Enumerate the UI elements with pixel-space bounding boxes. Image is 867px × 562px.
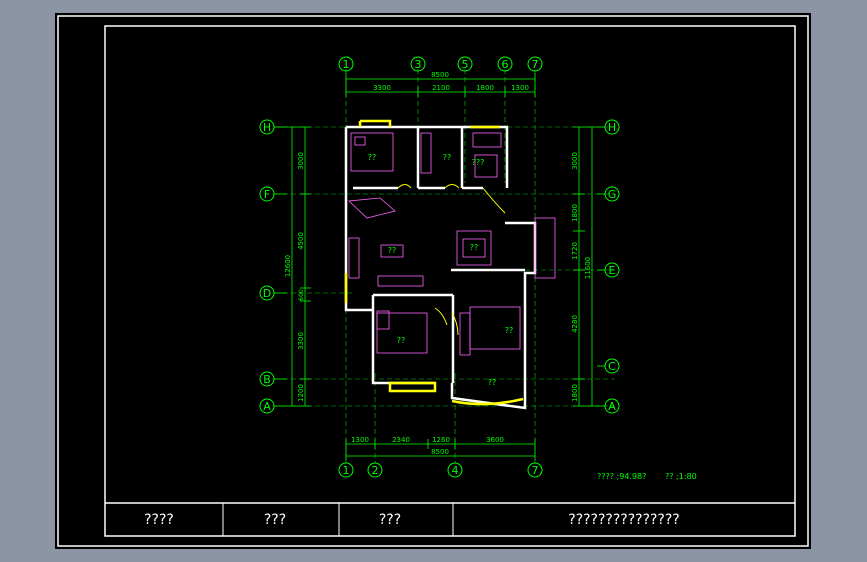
grid-label-top-3: 3 [415, 58, 422, 71]
grid-label-bottom-2: 2 [372, 464, 379, 477]
title-cell-4: ??????????????? [568, 512, 679, 528]
title-cell-1: ???? [144, 512, 174, 528]
grid-label-top-6: 6 [502, 58, 509, 71]
grid-label-right-c: C [608, 360, 616, 373]
dim-bottom-seg-2: 2340 [392, 436, 410, 444]
grid-label-right-a: A [608, 400, 616, 413]
grid-label-left-d: D [263, 287, 271, 300]
grid-label-right-h: H [608, 121, 616, 134]
dim-right-seg-4: 4280 [571, 315, 579, 333]
room-label-1: ?? [368, 153, 377, 162]
dim-left-total: 12600 [284, 255, 292, 277]
dim-right-seg-3: 1720 [571, 242, 579, 260]
dim-top-seg-4: 1300 [511, 84, 529, 92]
dim-bottom-seg-1: 1300 [351, 436, 369, 444]
grid-label-bottom-4: 4 [452, 464, 459, 477]
room-label-6: ?? [505, 326, 514, 335]
door-swings [397, 184, 506, 336]
floor-plan-drawing: ???? ??? ??? ??????????????? 1 3 5 6 7 1… [57, 15, 809, 547]
grid-label-left-a: A [263, 400, 271, 413]
grid-circles [259, 56, 620, 478]
dim-right-total: 11600 [584, 257, 592, 279]
dim-left-seg-1: 3000 [297, 152, 305, 170]
dim-left-seg-5: 1200 [297, 384, 305, 402]
dim-left-seg-3: 600 [298, 289, 305, 301]
grid-label-left-b: B [263, 373, 271, 386]
dim-bottom-seg-4: 3600 [486, 436, 504, 444]
title-block: ???? ??? ??? ??????????????? [105, 502, 795, 536]
grid-label-right-g: G [608, 188, 617, 201]
title-cell-3: ??? [379, 512, 401, 528]
room-label-2: ?? [443, 153, 452, 162]
grid-label-left-h: H [263, 121, 271, 134]
dim-top-seg-1: 3300 [373, 84, 391, 92]
dim-left-seg-2: 4500 [297, 232, 305, 250]
dim-top-seg-3: 1800 [476, 84, 494, 92]
outer-frame [57, 15, 809, 547]
grid-label-top-7: 7 [532, 58, 539, 71]
room-label-7: ?? [397, 336, 406, 345]
room-label-8: ?? [488, 378, 497, 387]
grid-label-bottom-7: 7 [532, 464, 539, 477]
grid-label-bottom-1: 1 [343, 464, 350, 477]
dim-top-total: 8500 [431, 71, 449, 79]
walls [344, 125, 537, 410]
dim-right-seg-1: 3000 [571, 152, 579, 170]
room-label-4: ?? [388, 246, 397, 255]
dim-right-seg-2: 1800 [571, 204, 579, 222]
inner-frame [104, 25, 796, 537]
room-label-5: ?? [470, 243, 479, 252]
dim-bottom-seg-3: 1260 [432, 436, 450, 444]
grid-label-right-e: E [609, 264, 616, 277]
dim-right-seg-5: 1800 [571, 384, 579, 402]
grid-label-top-5: 5 [462, 58, 469, 71]
grid-label-top-1: 1 [343, 58, 350, 71]
area-note: ???? ;94.98? [597, 472, 646, 481]
dim-left-seg-4: 3300 [297, 332, 305, 350]
title-cell-2: ??? [264, 512, 286, 528]
scale-note: ?? ;1:80 [665, 472, 697, 481]
dim-bottom-total: 8500 [431, 448, 449, 456]
drawing-canvas: ???? ??? ??? ??????????????? 1 3 5 6 7 1… [55, 13, 811, 549]
dim-top-seg-2: 2100 [432, 84, 450, 92]
grid-label-left-f: F [264, 188, 270, 201]
room-label-3: ??? [472, 158, 485, 167]
